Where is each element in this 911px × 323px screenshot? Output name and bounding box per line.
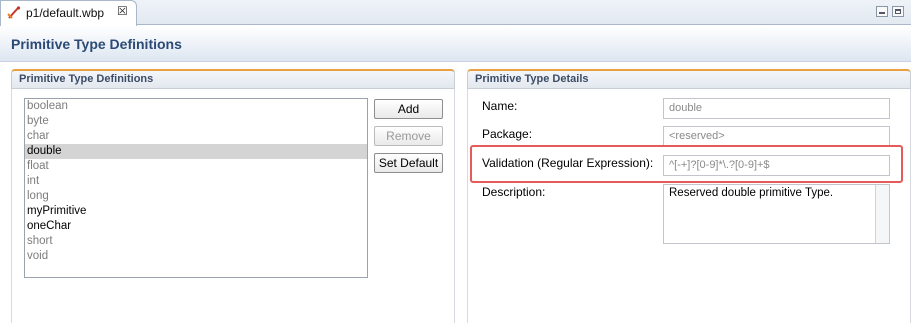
list-item-boolean[interactable]: boolean [25,99,367,114]
list-item-char[interactable]: char [25,129,367,144]
name-field[interactable]: double [663,98,890,119]
validation-label: Validation (Regular Expression): [482,156,654,170]
close-tab-icon[interactable]: ☒ [117,4,128,18]
list-item-onechar[interactable]: oneChar [25,219,367,234]
wbp-file-icon [7,6,21,19]
list-item-myprimitive[interactable]: myPrimitive [25,204,367,219]
list-item-void[interactable]: void [25,249,367,264]
details-section-header: Primitive Type Details [467,69,911,89]
primitive-type-list[interactable]: boolean byte char double float int long … [24,98,368,278]
name-label: Name: [482,99,518,113]
package-field[interactable]: <reserved> [663,126,890,147]
remove-button[interactable]: Remove [374,126,443,146]
page-header: Primitive Type Definitions [0,26,911,62]
list-item-short[interactable]: short [25,234,367,249]
description-scrollbar[interactable] [875,185,889,243]
definitions-section-title: Primitive Type Definitions [19,73,154,85]
description-field[interactable]: Reserved double primitive Type. [663,184,890,244]
add-button[interactable]: Add [374,99,443,119]
list-item-long[interactable]: long [25,189,367,204]
editor-tab-label: p1/default.wbp [26,6,105,20]
set-default-button[interactable]: Set Default [374,153,443,173]
page-title: Primitive Type Definitions [11,36,182,52]
list-item-double[interactable]: double [25,144,367,159]
details-section-title: Primitive Type Details [475,73,589,85]
list-item-int[interactable]: int [25,174,367,189]
list-item-float[interactable]: float [25,159,367,174]
validation-regex-field[interactable]: ^[-+]?[0-9]*\.?[0-9]+$ [663,155,890,176]
maximize-button[interactable] [892,6,904,17]
list-item-byte[interactable]: byte [25,114,367,129]
minimize-button[interactable] [876,6,888,17]
definitions-section-header: Primitive Type Definitions [11,69,455,89]
editor-tab[interactable]: p1/default.wbp ☒ [0,0,137,26]
package-label: Package: [482,127,533,141]
description-label: Description: [482,185,546,199]
editor-tab-bar: p1/default.wbp ☒ [0,0,911,26]
